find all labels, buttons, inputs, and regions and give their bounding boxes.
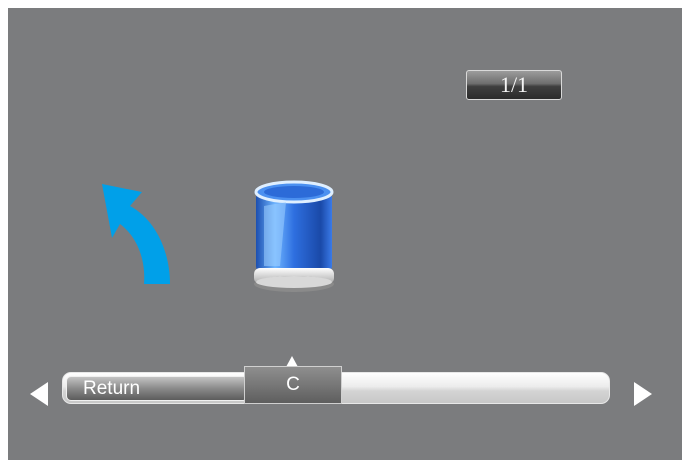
page-indicator-text: 1/1 bbox=[499, 72, 529, 97]
nav-item-return[interactable]: Return bbox=[66, 376, 248, 401]
return-arrow-icon[interactable] bbox=[92, 178, 184, 288]
triangle-left-icon[interactable] bbox=[28, 380, 50, 408]
drive-icon[interactable] bbox=[246, 178, 342, 296]
nav-item-return-label: Return bbox=[83, 377, 141, 399]
nav-item-drive-c-label: C bbox=[286, 374, 300, 395]
nav-item-drive-c[interactable]: C bbox=[244, 366, 342, 404]
page-indicator: 1/1 bbox=[466, 70, 562, 100]
triangle-right-icon[interactable] bbox=[632, 380, 654, 408]
